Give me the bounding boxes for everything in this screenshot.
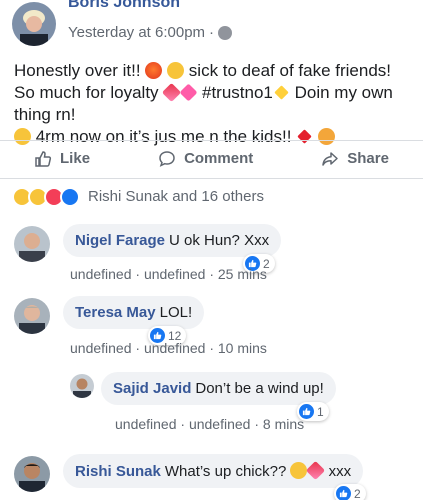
commenter-name[interactable]: Rishi Sunak bbox=[75, 463, 161, 480]
post-header: Boris Johnson Yesterday at 6:00pm · bbox=[12, 0, 412, 50]
author-avatar[interactable] bbox=[12, 2, 56, 46]
comment-bubble: Teresa May LOL! bbox=[63, 296, 205, 329]
angry-face-icon bbox=[145, 62, 163, 79]
comment-meta: undefined · undefined · 8 mins bbox=[115, 416, 305, 432]
post-meta: Yesterday at 6:00pm · bbox=[68, 24, 233, 41]
commenter-avatar[interactable] bbox=[70, 374, 94, 398]
comment-text: LOL! bbox=[159, 304, 193, 321]
commenter-avatar[interactable] bbox=[14, 456, 50, 492]
post-timestamp[interactable]: Yesterday at 6:00pm bbox=[68, 24, 205, 41]
pink-heart-icon bbox=[179, 83, 198, 102]
commenter-name[interactable]: Sajid Javid bbox=[113, 380, 191, 397]
share-label: Share bbox=[347, 150, 389, 167]
comment: Teresa May LOL! 12 undefined · undefined … bbox=[0, 294, 423, 364]
comment-icon bbox=[159, 150, 175, 167]
commenter-name[interactable]: Teresa May bbox=[75, 304, 156, 321]
meta-separator: · bbox=[209, 24, 215, 41]
comment-text: Don’t be a wind up! bbox=[195, 380, 324, 397]
comment-meta: undefined · undefined · 25 mins bbox=[70, 266, 267, 282]
comment-text: U ok Hun? Xxx bbox=[169, 232, 270, 249]
comment-text: What’s up chick?? bbox=[164, 463, 291, 480]
gift-heart-icon bbox=[306, 460, 326, 481]
comment-reply: Sajid Javid Don’t be a wind up! 1 undefin… bbox=[0, 370, 423, 440]
like-button[interactable]: Like bbox=[34, 150, 90, 168]
hashtag-trustno1[interactable]: #trustno1 bbox=[197, 83, 273, 102]
sparkles-icon bbox=[274, 85, 289, 100]
like-label: Like bbox=[60, 150, 91, 167]
post-actions: Like Comment Share bbox=[0, 140, 423, 176]
comment-reaction-count: 2 bbox=[354, 486, 361, 500]
comment-text-suffix: xxx bbox=[324, 463, 352, 480]
share-icon bbox=[322, 151, 339, 166]
thumbs-up-icon bbox=[35, 150, 52, 167]
pleading-face-icon bbox=[290, 462, 308, 479]
post-text-part: Honestly over it!! bbox=[14, 61, 146, 80]
author-name[interactable]: Boris Johnson bbox=[68, 0, 180, 12]
share-button[interactable]: Share bbox=[321, 150, 389, 168]
reactions-summary-text[interactable]: Rishi Sunak and 16 others bbox=[88, 188, 264, 205]
commenter-avatar[interactable] bbox=[14, 226, 50, 262]
globe-icon bbox=[218, 25, 233, 40]
comment-button[interactable]: Comment bbox=[158, 150, 253, 168]
comment: Nigel Farage U ok Hun? Xxx 2 undefined · … bbox=[0, 222, 423, 292]
reactions-summary[interactable]: Rishi Sunak and 16 others bbox=[0, 178, 423, 214]
commenter-name[interactable]: Nigel Farage bbox=[75, 232, 165, 249]
comment-bubble: Sajid Javid Don’t be a wind up! bbox=[101, 372, 336, 405]
commenter-avatar[interactable] bbox=[14, 298, 50, 334]
post-text: Honestly over it!! sick to deaf of fake … bbox=[14, 60, 414, 148]
broken-heart-icon bbox=[162, 82, 182, 103]
like-reaction-icon bbox=[60, 186, 80, 207]
eye-roll-face-icon bbox=[167, 62, 185, 79]
comment-bubble: Rishi Sunak What’s up chick?? xxx bbox=[63, 454, 364, 488]
comment-meta: undefined · undefined · 10 mins bbox=[70, 340, 267, 356]
like-reaction-icon bbox=[336, 486, 351, 500]
comment-label: Comment bbox=[184, 150, 254, 167]
comment-reaction-count: 1 bbox=[317, 404, 324, 419]
comment-reaction-badge[interactable]: 2 bbox=[334, 484, 366, 500]
comment-bubble: Nigel Farage U ok Hun? Xxx bbox=[63, 224, 282, 257]
comment: Rishi Sunak What’s up chick?? xxx 2 bbox=[0, 452, 423, 500]
